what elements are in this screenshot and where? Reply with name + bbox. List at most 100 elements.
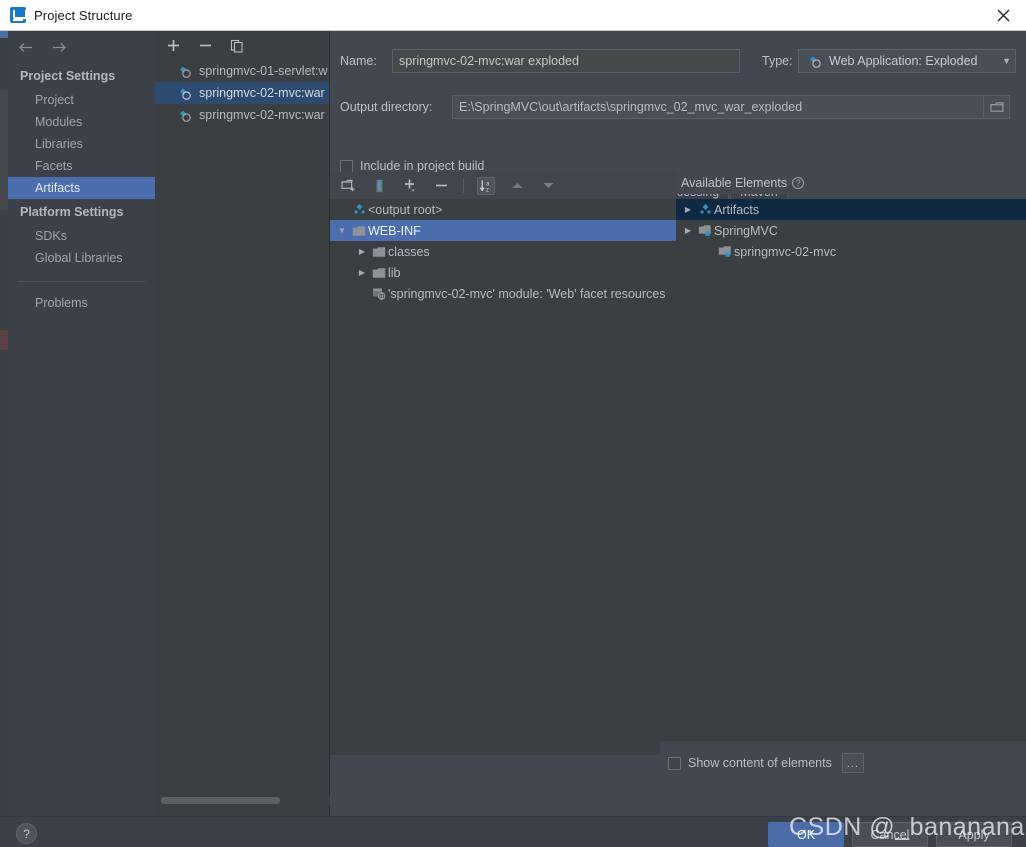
toolbar-divider bbox=[463, 178, 464, 193]
sidebar-item-project[interactable]: Project bbox=[8, 89, 155, 111]
artifact-icon bbox=[175, 87, 193, 100]
title-bar: Project Structure bbox=[0, 0, 1026, 31]
nav-history-controls bbox=[8, 31, 155, 63]
artifact-icon bbox=[175, 65, 193, 78]
ok-button[interactable]: OK bbox=[768, 822, 844, 847]
folder-icon bbox=[370, 246, 388, 258]
sidebar-item-sdks[interactable]: SDKs bbox=[8, 225, 155, 247]
apply-button[interactable]: Apply bbox=[936, 822, 1012, 847]
background-ide-sliver bbox=[0, 30, 8, 817]
name-input[interactable]: springmvc-02-mvc:war exploded bbox=[392, 49, 740, 73]
tree-row-label: SpringMVC bbox=[714, 223, 778, 238]
tree-expander[interactable]: ▼ bbox=[334, 226, 350, 235]
move-up-button[interactable] bbox=[508, 177, 526, 195]
sidebar-item-global-libraries[interactable]: Global Libraries bbox=[8, 247, 155, 269]
tree-expander: ▶ bbox=[354, 289, 370, 298]
tree-row-label: lib bbox=[388, 265, 401, 280]
tree-row-label: WEB-INF bbox=[368, 223, 421, 238]
tree-row-label: 'springmvc-02-mvc' module: 'Web' facet r… bbox=[388, 286, 666, 301]
tree-expander: ▶ bbox=[334, 205, 350, 214]
add-artifact-button[interactable] bbox=[164, 37, 182, 55]
sidebar-item-artifacts[interactable]: Artifacts bbox=[8, 177, 155, 199]
more-options-button[interactable]: ... bbox=[841, 753, 864, 773]
list-item-label: springmvc-02-mvc:war bbox=[199, 108, 325, 122]
window-title: Project Structure bbox=[34, 7, 133, 23]
folder-icon bbox=[350, 225, 368, 237]
arrow-right-icon[interactable] bbox=[48, 36, 70, 58]
folder-icon[interactable] bbox=[984, 95, 1010, 119]
remove-artifact-button[interactable] bbox=[196, 37, 214, 55]
cancel-button[interactable]: Cancel bbox=[852, 822, 928, 847]
tree-row[interactable]: ▼ WEB-INF bbox=[330, 220, 676, 241]
show-content-label: Show content of elements bbox=[688, 756, 832, 770]
tree-expander[interactable]: ▶ bbox=[680, 226, 696, 235]
artifact-list-pane: springmvc-01-servlet:w springmvc-02-mvc:… bbox=[155, 31, 330, 816]
create-archive-button[interactable] bbox=[370, 177, 388, 195]
output-layout-toolbar: a z bbox=[330, 172, 676, 199]
help-button[interactable]: ? bbox=[16, 823, 37, 844]
remove-element-button[interactable] bbox=[432, 177, 450, 195]
module-icon bbox=[716, 245, 734, 258]
show-content-checkbox[interactable] bbox=[668, 756, 681, 770]
intellij-idea-icon bbox=[10, 7, 27, 23]
available-elements-header: Available Elements ? bbox=[676, 172, 1026, 194]
list-item-label: springmvc-01-servlet:w bbox=[199, 64, 328, 78]
sort-az-button[interactable]: a z bbox=[477, 176, 495, 195]
tree-row[interactable]: ▶ SpringMVC bbox=[676, 220, 1026, 241]
folder-icon bbox=[370, 267, 388, 279]
tree-row-label: <output root> bbox=[368, 202, 443, 217]
artifact-icon bbox=[805, 55, 823, 68]
artifact-list-hscrollbar-thumb[interactable] bbox=[161, 797, 280, 804]
artifact-icon bbox=[350, 203, 368, 216]
list-item[interactable]: springmvc-02-mvc:war bbox=[155, 104, 329, 126]
dialog-footer: ? OK Cancel Apply CSDN @_banananana bbox=[0, 813, 1026, 847]
sidebar-item-facets[interactable]: Facets bbox=[8, 155, 155, 177]
copy-artifact-button[interactable] bbox=[228, 37, 246, 55]
sidebar-item-libraries[interactable]: Libraries bbox=[8, 133, 155, 155]
output-directory-input[interactable]: E:\SpringMVC\out\artifacts\springmvc_02_… bbox=[452, 95, 984, 119]
sidebar-item-modules[interactable]: Modules bbox=[8, 111, 155, 133]
create-directory-button[interactable] bbox=[339, 177, 357, 195]
tree-row[interactable]: ▶ lib bbox=[330, 262, 676, 283]
available-elements-title: Available Elements bbox=[681, 176, 788, 190]
tree-row[interactable]: ▶ classes bbox=[330, 241, 676, 262]
artifact-list-toolbar bbox=[155, 31, 329, 60]
svg-text:a: a bbox=[486, 181, 490, 187]
tree-row[interactable]: ▶ 'springmvc-02-mvc' module: 'Web' facet… bbox=[330, 283, 676, 304]
close-icon[interactable] bbox=[980, 0, 1026, 30]
type-select[interactable]: Web Application: Exploded ▼ bbox=[798, 49, 1016, 73]
available-elements-tree[interactable]: ▶ Artifacts ▶ SpringMVC springmvc-02-mvc bbox=[676, 199, 1026, 755]
tree-row-label: Artifacts bbox=[714, 202, 760, 217]
name-label: Name: bbox=[340, 54, 377, 68]
tree-row[interactable]: ▶ Artifacts bbox=[676, 199, 1026, 220]
nav-group-project-settings: Project Settings bbox=[20, 69, 116, 83]
svg-text:z: z bbox=[486, 187, 489, 192]
type-label: Type: bbox=[762, 54, 793, 68]
tree-expander: ▶ bbox=[700, 247, 716, 256]
list-item[interactable]: springmvc-02-mvc:war bbox=[155, 82, 329, 104]
include-in-build-label: Include in project build bbox=[360, 159, 485, 173]
arrow-left-icon[interactable] bbox=[14, 36, 36, 58]
move-down-button[interactable] bbox=[539, 177, 557, 195]
add-copy-of-button[interactable] bbox=[401, 177, 419, 195]
help-icon[interactable]: ? bbox=[792, 177, 805, 189]
tree-row[interactable]: ▶ <output root> bbox=[330, 199, 676, 220]
tree-row-label: springmvc-02-mvc bbox=[734, 244, 837, 259]
tree-expander[interactable]: ▶ bbox=[354, 247, 370, 256]
sidebar-item-problems[interactable]: Problems bbox=[8, 292, 155, 314]
module-icon bbox=[696, 224, 714, 237]
artifact-detail-panel: Name: springmvc-02-mvc:war exploded Type… bbox=[330, 31, 1026, 816]
tree-row[interactable]: ▶ springmvc-02-mvc bbox=[676, 241, 1026, 262]
include-in-build-checkbox[interactable] bbox=[340, 159, 353, 173]
tree-expander[interactable]: ▶ bbox=[354, 268, 370, 277]
output-layout-bottom-bar: Show content of elements ... bbox=[660, 741, 1026, 785]
web-facet-icon bbox=[370, 287, 388, 300]
type-select-value: Web Application: Exploded bbox=[829, 54, 978, 68]
chevron-down-icon: ▼ bbox=[1002, 56, 1011, 66]
tree-row-label: classes bbox=[388, 244, 430, 259]
output-layout-tree[interactable]: ▶ <output root> ▼ bbox=[330, 199, 676, 755]
settings-sidebar: Project Settings Project Modules Librari… bbox=[8, 31, 155, 816]
artifact-icon bbox=[696, 203, 714, 216]
tree-expander[interactable]: ▶ bbox=[680, 205, 696, 214]
list-item[interactable]: springmvc-01-servlet:w bbox=[155, 60, 329, 82]
